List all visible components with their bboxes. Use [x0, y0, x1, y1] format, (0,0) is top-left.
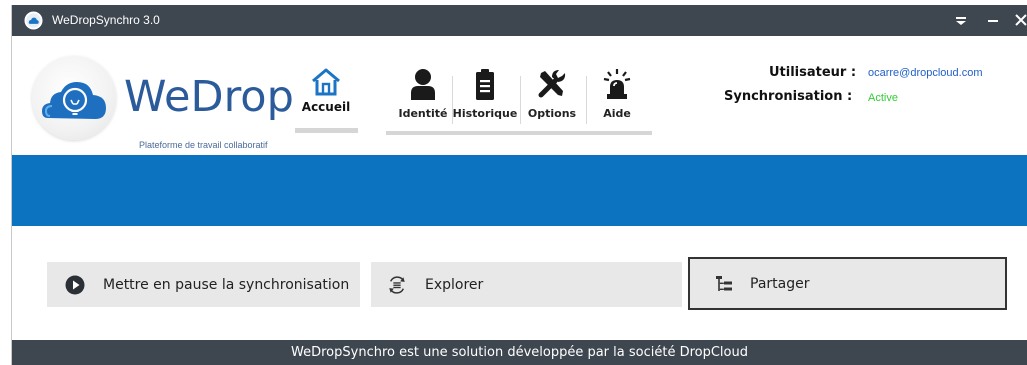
- footer-text: WeDropSynchro est une solution développé…: [291, 345, 748, 360]
- nav-historique[interactable]: Historique: [452, 67, 518, 120]
- alarm-light-icon: [603, 69, 631, 99]
- nav-identite[interactable]: Identité: [396, 67, 450, 120]
- nav-options-label: Options: [527, 107, 577, 120]
- nav-options[interactable]: Options: [526, 67, 578, 120]
- nav-historique-label: Historique: [452, 107, 518, 120]
- pause-sync-button[interactable]: Mettre en pause la synchronisation: [47, 262, 360, 307]
- user-icon: [411, 69, 435, 100]
- close-icon[interactable]: [1012, 11, 1027, 29]
- active-tab-indicator: [295, 128, 358, 133]
- header: WeDrop Plateforme de travail collaborati…: [12, 36, 1027, 156]
- share-button[interactable]: Partager: [688, 257, 1007, 310]
- brand-tagline: Plateforme de travail collaboratif: [139, 140, 268, 150]
- list-circle-icon: [389, 275, 405, 294]
- tools-icon: [538, 70, 566, 98]
- title-bar[interactable]: WeDropSynchro 3.0: [12, 5, 1027, 36]
- banner-band: [12, 155, 1027, 226]
- pause-sync-label: Mettre en pause la synchronisation: [103, 276, 350, 293]
- minimize-icon[interactable]: [984, 11, 1002, 29]
- explorer-label: Explorer: [425, 276, 484, 293]
- explorer-button[interactable]: Explorer: [371, 262, 682, 307]
- user-label: Utilisateur :: [769, 65, 857, 80]
- home-icon: [312, 68, 340, 96]
- tree-icon: [716, 275, 732, 291]
- footer-bar: WeDropSynchro est une solution développé…: [12, 340, 1027, 365]
- sync-status: Active: [868, 92, 898, 104]
- nav-aide-label: Aide: [603, 107, 631, 120]
- app-logo-icon: [24, 11, 43, 30]
- nav-identite-label: Identité: [398, 107, 448, 120]
- play-circle-icon: [65, 275, 85, 294]
- clipboard-icon: [476, 69, 494, 100]
- brand-name: WeDrop: [124, 72, 294, 122]
- menu-icon[interactable]: [952, 11, 970, 29]
- nav-accueil[interactable]: Accueil: [300, 67, 352, 114]
- nav-accueil-label: Accueil: [301, 100, 351, 114]
- nav-separator: [586, 76, 587, 124]
- user-email: ocarre@dropcloud.com: [868, 67, 983, 79]
- nav-aide[interactable]: Aide: [595, 67, 639, 120]
- cloud-lightbulb-icon: [42, 82, 106, 119]
- window-title: WeDropSynchro 3.0: [52, 13, 160, 27]
- share-label: Partager: [750, 275, 810, 292]
- sync-label: Synchronisation :: [724, 89, 853, 104]
- nav-separator: [520, 76, 521, 124]
- nav-underline: [386, 131, 652, 135]
- app-window: WeDropSynchro 3.0 WeDrop Plateforme de t…: [11, 5, 1027, 365]
